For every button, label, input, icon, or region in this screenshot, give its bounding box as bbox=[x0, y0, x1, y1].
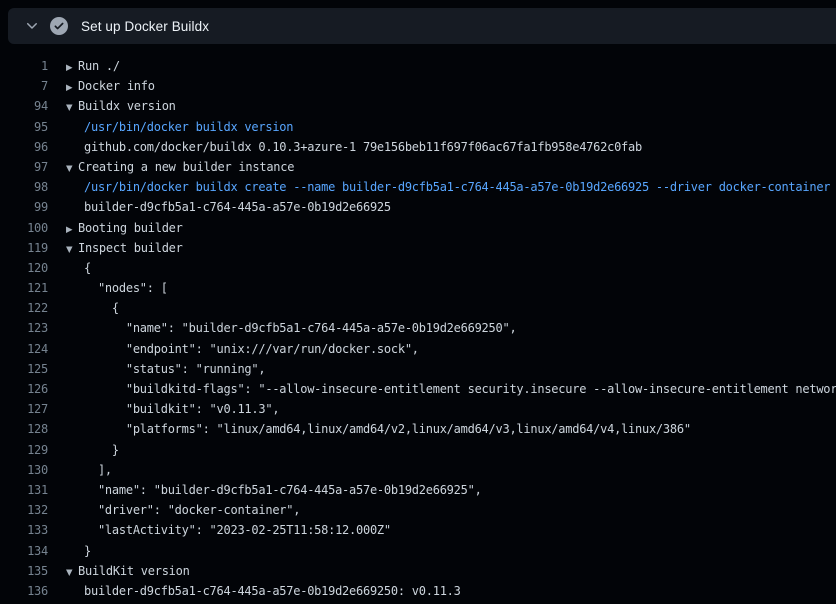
log-line: 129 } bbox=[0, 440, 836, 460]
log-group-header[interactable]: ▶Booting builder bbox=[48, 218, 183, 238]
line-number[interactable]: 135 bbox=[0, 561, 48, 581]
log-group-header[interactable]: ▼BuildKit version bbox=[48, 561, 190, 581]
log-line: 127 "buildkit": "v0.11.3", bbox=[0, 399, 836, 419]
line-number[interactable]: 129 bbox=[0, 440, 48, 460]
line-number[interactable]: 126 bbox=[0, 379, 48, 399]
log-text: { bbox=[48, 258, 91, 278]
line-number[interactable]: 127 bbox=[0, 399, 48, 419]
line-number[interactable]: 136 bbox=[0, 581, 48, 601]
log-line: 134} bbox=[0, 541, 836, 561]
line-number[interactable]: 128 bbox=[0, 419, 48, 439]
log-text: /usr/bin/docker buildx version bbox=[48, 117, 293, 137]
line-number[interactable]: 119 bbox=[0, 238, 48, 258]
log-line: 95/usr/bin/docker buildx version bbox=[0, 117, 836, 137]
log-line: 99builder-d9cfb5a1-c764-445a-a57e-0b19d2… bbox=[0, 197, 836, 217]
log-text: /usr/bin/docker buildx create --name bui… bbox=[48, 177, 830, 197]
line-number[interactable]: 125 bbox=[0, 359, 48, 379]
log-line: 128 "platforms": "linux/amd64,linux/amd6… bbox=[0, 419, 836, 439]
log-line: 122 { bbox=[0, 298, 836, 318]
log-line[interactable]: 94▼Buildx version bbox=[0, 96, 836, 116]
line-number[interactable]: 120 bbox=[0, 258, 48, 278]
line-number[interactable]: 99 bbox=[0, 197, 48, 217]
log-line: 133 "lastActivity": "2023-02-25T11:58:12… bbox=[0, 520, 836, 540]
line-number[interactable]: 100 bbox=[0, 218, 48, 238]
actions-log-viewer: Set up Docker Buildx 1▶Run ./7▶Docker in… bbox=[0, 8, 836, 601]
log-text: "buildkit": "v0.11.3", bbox=[48, 399, 279, 419]
log-text: "lastActivity": "2023-02-25T11:58:12.000… bbox=[48, 520, 391, 540]
log-text: builder-d9cfb5a1-c764-445a-a57e-0b19d2e6… bbox=[48, 197, 391, 217]
log-text: "status": "running", bbox=[48, 359, 265, 379]
triangle-right-icon: ▶ bbox=[66, 58, 78, 76]
triangle-right-icon: ▶ bbox=[66, 78, 78, 96]
log-text: } bbox=[48, 440, 119, 460]
log-line[interactable]: 135▼BuildKit version bbox=[0, 561, 836, 581]
log-line: 125 "status": "running", bbox=[0, 359, 836, 379]
log-line: 126 "buildkitd-flags": "--allow-insecure… bbox=[0, 379, 836, 399]
check-circle-icon bbox=[50, 17, 68, 35]
triangle-down-icon: ▼ bbox=[66, 240, 78, 258]
log-text: ], bbox=[48, 460, 112, 480]
triangle-right-icon: ▶ bbox=[66, 220, 78, 238]
step-header[interactable]: Set up Docker Buildx bbox=[8, 8, 836, 44]
log-text: "name": "builder-d9cfb5a1-c764-445a-a57e… bbox=[48, 480, 482, 500]
log-group-header[interactable]: ▶Docker info bbox=[48, 76, 155, 96]
log-group-header[interactable]: ▼Buildx version bbox=[48, 96, 176, 116]
line-number[interactable]: 123 bbox=[0, 318, 48, 338]
log-group-header[interactable]: ▶Run ./ bbox=[48, 56, 120, 76]
line-number[interactable]: 98 bbox=[0, 177, 48, 197]
line-number[interactable]: 130 bbox=[0, 460, 48, 480]
log-line: 123 "name": "builder-d9cfb5a1-c764-445a-… bbox=[0, 318, 836, 338]
log-line: 130 ], bbox=[0, 460, 836, 480]
log-text: builder-d9cfb5a1-c764-445a-a57e-0b19d2e6… bbox=[48, 581, 461, 601]
line-number[interactable]: 94 bbox=[0, 96, 48, 116]
log-line: 121 "nodes": [ bbox=[0, 278, 836, 298]
log-text: } bbox=[48, 541, 91, 561]
log-line: 98/usr/bin/docker buildx create --name b… bbox=[0, 177, 836, 197]
line-number[interactable]: 131 bbox=[0, 480, 48, 500]
triangle-down-icon: ▼ bbox=[66, 159, 78, 177]
log-text: "driver": "docker-container", bbox=[48, 500, 300, 520]
log-line[interactable]: 7▶Docker info bbox=[0, 76, 836, 96]
log-line[interactable]: 1▶Run ./ bbox=[0, 56, 836, 76]
log-text: "endpoint": "unix:///var/run/docker.sock… bbox=[48, 339, 419, 359]
line-number[interactable]: 132 bbox=[0, 500, 48, 520]
log-line: 131 "name": "builder-d9cfb5a1-c764-445a-… bbox=[0, 480, 836, 500]
step-title: Set up Docker Buildx bbox=[81, 19, 209, 34]
line-number[interactable]: 124 bbox=[0, 339, 48, 359]
line-number[interactable]: 122 bbox=[0, 298, 48, 318]
line-number[interactable]: 121 bbox=[0, 278, 48, 298]
log-group-header[interactable]: ▼Creating a new builder instance bbox=[48, 157, 294, 177]
triangle-down-icon: ▼ bbox=[66, 98, 78, 116]
log-text: "name": "builder-d9cfb5a1-c764-445a-a57e… bbox=[48, 318, 516, 338]
log-line[interactable]: 97▼Creating a new builder instance bbox=[0, 157, 836, 177]
log-group-header[interactable]: ▼Inspect builder bbox=[48, 238, 183, 258]
triangle-down-icon: ▼ bbox=[66, 563, 78, 581]
log-line[interactable]: 119▼Inspect builder bbox=[0, 238, 836, 258]
log-text: "nodes": [ bbox=[48, 278, 168, 298]
chevron-down-icon[interactable] bbox=[24, 18, 40, 34]
log-line: 96github.com/docker/buildx 0.10.3+azure-… bbox=[0, 137, 836, 157]
log-line: 136builder-d9cfb5a1-c764-445a-a57e-0b19d… bbox=[0, 581, 836, 601]
log-text: "platforms": "linux/amd64,linux/amd64/v2… bbox=[48, 419, 691, 439]
log-text: github.com/docker/buildx 0.10.3+azure-1 … bbox=[48, 137, 642, 157]
line-number[interactable]: 133 bbox=[0, 520, 48, 540]
line-number[interactable]: 95 bbox=[0, 117, 48, 137]
log-line: 132 "driver": "docker-container", bbox=[0, 500, 836, 520]
line-number[interactable]: 1 bbox=[0, 56, 48, 76]
line-number[interactable]: 97 bbox=[0, 157, 48, 177]
log-line: 124 "endpoint": "unix:///var/run/docker.… bbox=[0, 339, 836, 359]
log-line[interactable]: 100▶Booting builder bbox=[0, 218, 836, 238]
log-text: { bbox=[48, 298, 119, 318]
line-number[interactable]: 134 bbox=[0, 541, 48, 561]
log-lines: 1▶Run ./7▶Docker info94▼Buildx version95… bbox=[0, 44, 836, 601]
log-text: "buildkitd-flags": "--allow-insecure-ent… bbox=[48, 379, 836, 399]
log-line: 120{ bbox=[0, 258, 836, 278]
line-number[interactable]: 7 bbox=[0, 76, 48, 96]
line-number[interactable]: 96 bbox=[0, 137, 48, 157]
